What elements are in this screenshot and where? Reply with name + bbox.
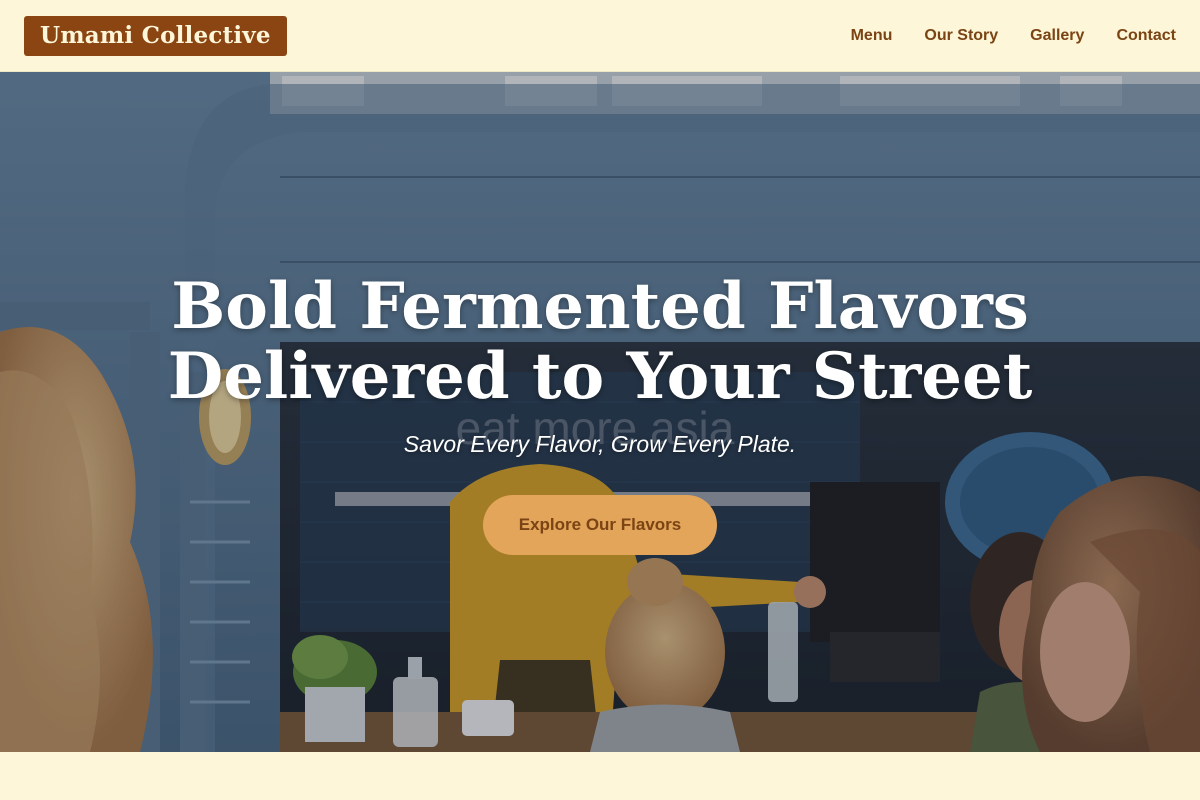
hero-section: eat more asia Bold Fermented Flavors Del…: [0, 72, 1200, 752]
hero-title-line-2: Delivered to Your Street: [167, 339, 1033, 414]
hero-title-line-1: Bold Fermented Flavors: [171, 269, 1029, 344]
below-hero-section: [0, 752, 1200, 800]
site-logo[interactable]: Umami Collective: [24, 15, 287, 56]
main-nav: Menu Our Story Gallery Contact: [851, 27, 1176, 45]
nav-link-gallery[interactable]: Gallery: [1030, 27, 1084, 45]
explore-flavors-button[interactable]: Explore Our Flavors: [483, 495, 717, 555]
nav-link-menu[interactable]: Menu: [851, 27, 893, 45]
hero-title: Bold Fermented Flavors Delivered to Your…: [100, 272, 1100, 412]
hero-subtitle: Savor Every Flavor, Grow Every Plate.: [403, 431, 797, 457]
hero-content: Bold Fermented Flavors Delivered to Your…: [0, 72, 1200, 752]
nav-link-contact[interactable]: Contact: [1116, 27, 1176, 45]
site-header: Umami Collective Menu Our Story Gallery …: [0, 0, 1200, 72]
nav-link-our-story[interactable]: Our Story: [924, 27, 998, 45]
